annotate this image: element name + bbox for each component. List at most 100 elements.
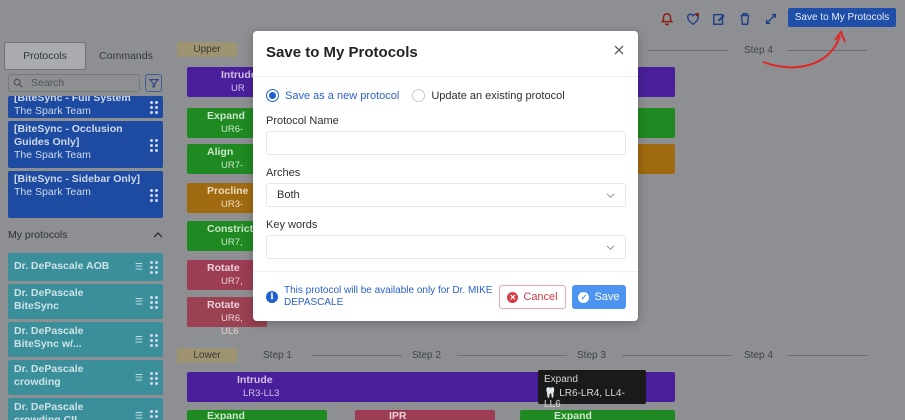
arches-label: Arches	[266, 167, 301, 179]
step-divider	[312, 355, 402, 356]
my-protocol-label: Dr. DePascale crowding CII	[14, 401, 84, 420]
search-icon	[13, 78, 23, 88]
arches-value: Both	[277, 189, 300, 201]
settings-sliders-icon[interactable]: ☰	[135, 371, 143, 384]
keywords-select[interactable]	[266, 235, 626, 259]
drag-handle-icon[interactable]	[150, 101, 158, 114]
edit-icon[interactable]	[709, 9, 729, 29]
tooth-icon: 🦷	[544, 388, 557, 399]
protocol-title: [BiteSync - Sidebar Only]	[14, 173, 141, 185]
step-divider	[457, 355, 567, 356]
my-protocol-card[interactable]: Dr. DePascale AOB ☰	[8, 253, 163, 281]
sidebar: Protocols Commands Search [BiteSync - Fu…	[0, 38, 172, 420]
chevron-down-icon	[606, 193, 615, 199]
check-circle-icon: ✓	[578, 291, 590, 303]
command-block[interactable]	[632, 144, 675, 174]
drag-handle-icon[interactable]	[150, 295, 158, 309]
drag-handle-icon[interactable]	[150, 371, 158, 385]
radio-update-existing[interactable]	[412, 89, 426, 102]
my-protocol-label: Dr. DePascale BiteSync w/...	[14, 325, 84, 350]
step-label: Step 1	[263, 350, 292, 361]
dialog-title: Save to My Protocols	[266, 44, 418, 61]
protocol-author: The Spark Team	[14, 105, 91, 117]
my-protocols-label: My protocols	[8, 229, 68, 241]
my-protocol-label: Dr. DePascale BiteSync	[14, 287, 84, 312]
heart-plus-icon[interactable]	[683, 9, 703, 29]
step-label: Step 2	[412, 350, 441, 361]
command-block[interactable]: Expand	[520, 410, 675, 420]
save-button[interactable]: ✓ Save	[572, 285, 626, 309]
lower-arch-label: Lower	[177, 348, 237, 363]
protocol-name-label: Protocol Name	[266, 115, 339, 127]
drag-handle-icon[interactable]	[150, 261, 158, 274]
search-input[interactable]: Search	[8, 74, 140, 92]
tab-commands[interactable]: Commands	[86, 42, 166, 70]
save-to-my-protocols-button[interactable]: Save to My Protocols	[788, 8, 896, 27]
bell-icon[interactable]	[657, 9, 677, 29]
my-protocol-card[interactable]: Dr. DePascale crowding ☰	[8, 360, 163, 395]
info-icon: i	[266, 291, 278, 303]
save-label: Save	[594, 291, 620, 303]
radio-save-new[interactable]	[266, 89, 279, 102]
drag-handle-icon[interactable]	[150, 138, 158, 152]
drag-handle-icon[interactable]	[150, 409, 158, 420]
filter-button[interactable]	[145, 74, 162, 92]
my-protocol-card[interactable]: Dr. DePascale BiteSync w/... ☰	[8, 322, 163, 357]
cancel-circle-icon: ✕	[507, 291, 519, 303]
save-mode-radio-group: Save as a new protocol Update an existin…	[266, 89, 565, 102]
command-block[interactable]: IPR	[355, 410, 495, 420]
settings-sliders-icon[interactable]: ☰	[135, 409, 143, 420]
command-tooltip: Expand 🦷 LR6-LR4, LL4-LL6	[538, 370, 646, 410]
protocol-author: The Spark Team	[14, 186, 91, 198]
my-protocol-card[interactable]: Dr. DePascale BiteSync ☰	[8, 284, 163, 319]
expand-icon[interactable]	[761, 9, 781, 29]
radio-update-existing-label[interactable]: Update an existing protocol	[431, 90, 564, 102]
tooltip-title: Expand	[544, 374, 578, 385]
protocol-title: [BiteSync - Occlusion Guides Only]	[14, 123, 123, 148]
cancel-button[interactable]: ✕ Cancel	[499, 285, 566, 309]
trash-icon[interactable]	[735, 9, 755, 29]
command-name: IPR	[389, 410, 407, 420]
drag-handle-icon[interactable]	[150, 188, 158, 202]
availability-note: This protocol will be available only for…	[284, 285, 493, 308]
my-protocols-header[interactable]: My protocols	[8, 227, 163, 243]
protocol-card[interactable]: [BiteSync - Full System The Spark Team	[8, 96, 163, 118]
dialog-divider	[253, 76, 638, 77]
my-protocol-label: Dr. DePascale AOB	[14, 260, 110, 272]
close-icon[interactable]	[612, 43, 626, 57]
keywords-label: Key words	[266, 219, 318, 231]
tab-protocols[interactable]: Protocols	[4, 42, 86, 70]
command-block[interactable]	[632, 108, 675, 138]
search-placeholder: Search	[31, 77, 65, 89]
tooltip-teeth: LR6-LR4, LL4-LL6	[544, 388, 625, 410]
protocol-name-field[interactable]	[266, 131, 626, 155]
protocol-title: [BiteSync - Full System	[14, 96, 131, 104]
spark-protocol-list: [BiteSync - Full System The Spark Team […	[8, 96, 163, 221]
protocol-card[interactable]: [BiteSync - Sidebar Only] The Spark Team	[8, 171, 163, 218]
sidebar-tabs: Protocols Commands	[4, 42, 166, 70]
step-divider	[622, 355, 732, 356]
settings-sliders-icon[interactable]: ☰	[135, 261, 143, 274]
step-label: Step 3	[577, 350, 606, 361]
step-label: Step 4	[744, 350, 773, 361]
command-name: Expand	[554, 410, 592, 420]
radio-save-new-label[interactable]: Save as a new protocol	[285, 90, 399, 102]
dialog-footer-divider	[253, 271, 638, 272]
my-protocol-list: Dr. DePascale AOB ☰ Dr. DePascale BiteSy…	[8, 253, 163, 420]
my-protocol-card[interactable]: Dr. DePascale crowding CII ☰	[8, 398, 163, 420]
step-divider	[787, 355, 867, 356]
step-divider	[648, 50, 728, 51]
chevron-up-icon[interactable]	[153, 231, 163, 239]
annotation-arrow-icon	[762, 29, 846, 69]
my-protocol-label: Dr. DePascale crowding	[14, 363, 84, 388]
filter-icon	[148, 79, 159, 88]
command-name: Expand	[207, 410, 245, 420]
settings-sliders-icon[interactable]: ☰	[135, 333, 143, 346]
settings-sliders-icon[interactable]: ☰	[135, 295, 143, 308]
cancel-label: Cancel	[523, 291, 558, 303]
drag-handle-icon[interactable]	[150, 333, 158, 347]
command-block[interactable]: Expand	[187, 410, 327, 420]
protocol-card[interactable]: [BiteSync - Occlusion Guides Only] The S…	[8, 121, 163, 168]
chevron-down-icon	[606, 245, 615, 251]
arches-select[interactable]: Both	[266, 183, 626, 207]
